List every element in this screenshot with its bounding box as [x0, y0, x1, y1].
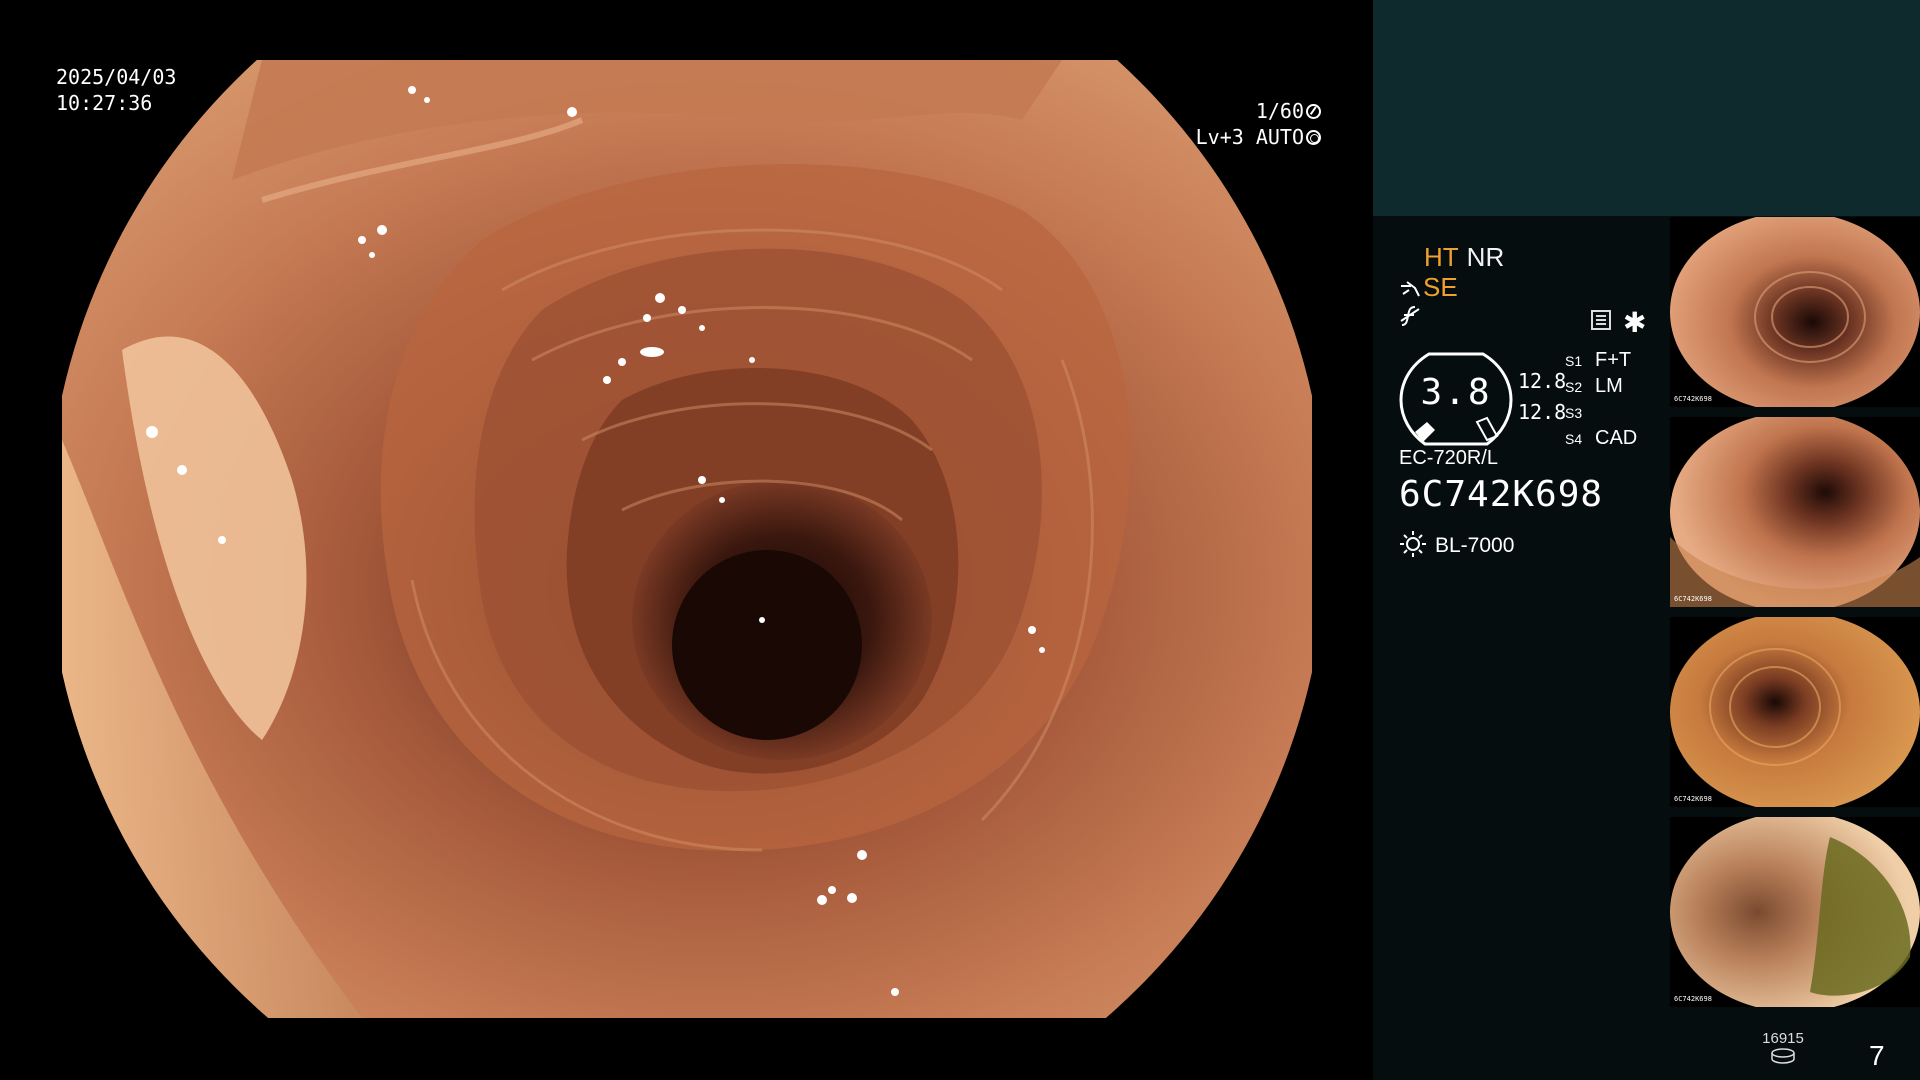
gauge-reading-top: 12.8 [1518, 369, 1567, 393]
mode-nr: NR [1466, 242, 1505, 272]
thumbnail-label: 6C742K698 [1674, 995, 1712, 1003]
capture-thumbnail[interactable]: 6C742K698 [1670, 617, 1920, 807]
mode-icons: ✱ [1591, 306, 1671, 339]
time-text: 10:27:36 [56, 91, 153, 115]
capture-thumbnail[interactable]: 6C742K698 [1670, 217, 1920, 407]
page-number: 7 [1869, 1040, 1885, 1071]
star-icon: ✱ [1623, 306, 1647, 339]
light-source: BL-7000 [1399, 530, 1514, 558]
switch-key: S4 [1565, 431, 1583, 447]
exposure-info: 1/60 Lv+3 AUTO [1196, 98, 1321, 150]
record-counter: 16915 [1753, 1030, 1813, 1064]
switch-key: S2 [1565, 379, 1583, 395]
thumbnail-label: 6C742K698 [1674, 595, 1712, 603]
record-count: 16915 [1762, 1030, 1804, 1047]
gauge-readings: 12.8 12.8 [1518, 366, 1566, 428]
endoscope-view: 2025/04/03 10:27:36 1/60 Lv+3 AUTO [0, 0, 1373, 1080]
switch-value: CAD [1595, 427, 1638, 449]
mode-se: SE [1423, 272, 1458, 302]
scope-serial: 6C742K698 [1399, 474, 1604, 515]
switch-key: S3 [1565, 405, 1583, 421]
switch-key: S1 [1565, 353, 1583, 369]
thumbnail-label: 6C742K698 [1674, 395, 1712, 403]
mode-ht: HT [1424, 242, 1459, 272]
gauge: 3.8 [1399, 350, 1513, 446]
capture-thumbnail[interactable]: 6C742K698 [1670, 817, 1920, 1007]
mode-row: HT NR [1424, 242, 1504, 273]
switch-value: LM [1595, 375, 1623, 397]
f-row [1399, 304, 1421, 335]
sun-icon [1399, 530, 1427, 558]
switch-row: S2 LM [1565, 374, 1637, 400]
brightness-level: Lv+3 AUTO [1195, 125, 1304, 149]
se-row: SE [1399, 272, 1458, 303]
capture-thumbnail[interactable]: 6C742K698 [1670, 417, 1920, 607]
gauge-reading-bottom: 12.8 [1518, 400, 1567, 424]
disk-icon [1771, 1048, 1795, 1064]
hook-icon [1399, 280, 1421, 298]
switch-row: S1 F+T [1565, 348, 1637, 374]
shutter-icon [1306, 104, 1321, 119]
gauge-value: 3.8 [1420, 372, 1492, 413]
shutter-speed: 1/60 [1255, 99, 1304, 123]
panel-top-bar [1373, 0, 1920, 216]
light-source-name: BL-7000 [1435, 534, 1515, 557]
auto-icon [1306, 130, 1321, 145]
scope-model: EC-720R/L [1399, 447, 1498, 469]
info-panel: HT NR SE ✱ 3.8 12.8 12.8 S1 F+T S2 LM S3… [1373, 0, 1920, 1080]
f-icon [1399, 304, 1421, 328]
date-text: 2025/04/03 [56, 65, 177, 89]
switch-assignments: S1 F+T S2 LM S3 S4 CAD [1565, 348, 1637, 452]
switch-value: F+T [1595, 349, 1632, 371]
date-time-display: 2025/04/03 10:27:36 [56, 64, 176, 116]
screen-icon [1591, 310, 1611, 330]
endoscopic-image [62, 60, 1312, 1018]
thumbnail-label: 6C742K698 [1674, 795, 1712, 803]
switch-row: S3 [1565, 400, 1637, 426]
switch-row: S4 CAD [1565, 426, 1637, 452]
